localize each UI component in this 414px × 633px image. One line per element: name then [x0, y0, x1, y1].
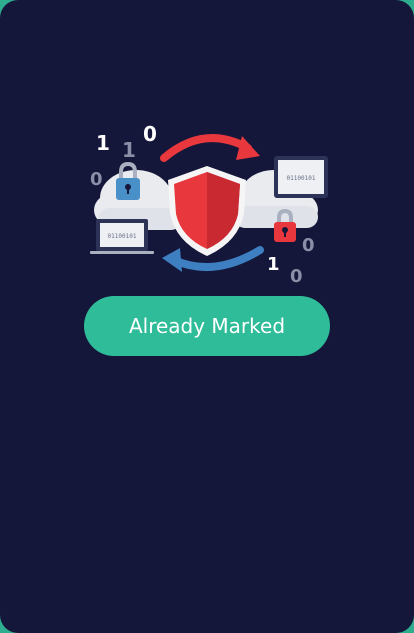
binary-digit: 1 — [122, 138, 136, 162]
binary-digit: 0 — [302, 235, 315, 256]
security-illustration: 01100101 01100101 1 0 1 0 1 0 0 — [84, 118, 330, 290]
monitor-icon: 01100101 — [274, 156, 328, 198]
binary-digit: 0 — [143, 122, 157, 146]
shield-icon — [168, 166, 246, 256]
binary-digit: 1 — [267, 254, 280, 275]
sync-arrow-icon — [160, 134, 260, 162]
binary-digit: 1 — [96, 131, 110, 155]
laptop-icon: 01100101 — [90, 219, 154, 254]
padlock-icon — [116, 161, 140, 200]
security-illustration-graphic: 01100101 01100101 — [90, 134, 328, 272]
binary-digit: 0 — [90, 169, 103, 190]
binary-digit: 0 — [290, 266, 303, 287]
monitor-code: 01100101 — [287, 175, 316, 182]
laptop-code: 01100101 — [108, 233, 137, 240]
app-screen: 01100101 01100101 1 0 1 0 1 0 0 Already … — [0, 0, 414, 633]
already-marked-button[interactable]: Already Marked — [84, 296, 330, 356]
